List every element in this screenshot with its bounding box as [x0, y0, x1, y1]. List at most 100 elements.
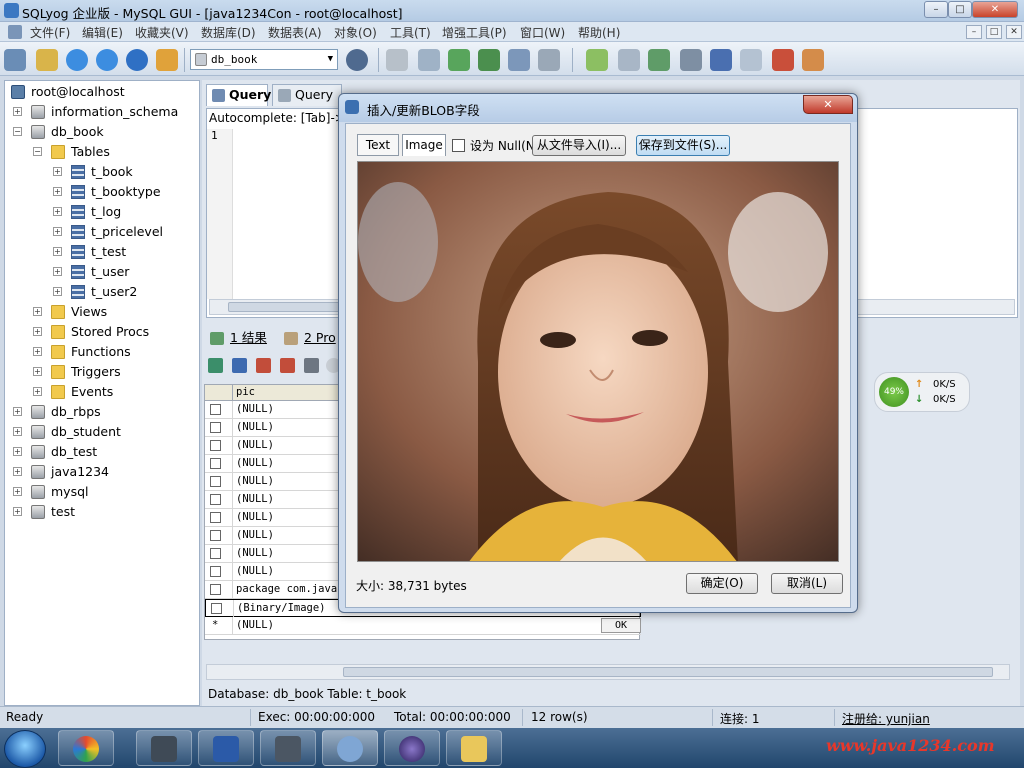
expand-icon[interactable]: +: [33, 327, 42, 336]
close-button[interactable]: ✕: [972, 1, 1018, 18]
ddl-icon[interactable]: [802, 49, 824, 71]
row-checkbox[interactable]: [210, 404, 221, 415]
row-checkbox[interactable]: [210, 440, 221, 451]
mdi-close-button[interactable]: ✕: [1006, 25, 1022, 39]
collapse-icon[interactable]: −: [33, 147, 42, 156]
taskbar-app-1[interactable]: [58, 730, 114, 766]
cell-pic[interactable]: (NULL): [232, 617, 602, 634]
menu-edit[interactable]: 编辑(E): [82, 24, 123, 41]
mdi-minimize-button[interactable]: –: [966, 25, 982, 39]
taskbar-app-4[interactable]: [260, 730, 316, 766]
expand-icon[interactable]: +: [13, 487, 22, 496]
row-checkbox[interactable]: [210, 566, 221, 577]
db-sync-icon[interactable]: [418, 49, 440, 71]
export-icon[interactable]: [538, 49, 560, 71]
menu-table[interactable]: 数据表(A): [268, 24, 322, 41]
data-sync-icon[interactable]: [648, 49, 670, 71]
expand-icon[interactable]: +: [13, 407, 22, 416]
expand-icon[interactable]: +: [13, 107, 22, 116]
row-checkbox[interactable]: [210, 494, 221, 505]
expand-icon[interactable]: +: [53, 267, 62, 276]
ok-button[interactable]: 确定(O): [686, 573, 758, 594]
execute-query-icon[interactable]: [66, 49, 88, 71]
row-checkbox[interactable]: [210, 584, 221, 595]
new-connection-icon[interactable]: [4, 49, 26, 71]
grid-filter-icon[interactable]: [304, 358, 319, 373]
backup-icon[interactable]: [478, 49, 500, 71]
grid-delete-icon[interactable]: [256, 358, 271, 373]
tab-query-builder[interactable]: Query B: [272, 84, 342, 122]
tab-results[interactable]: 1 结果: [206, 327, 270, 349]
database-select[interactable]: db_book ▼: [190, 49, 338, 70]
menu-file[interactable]: 文件(F): [30, 24, 70, 41]
expand-icon[interactable]: +: [33, 367, 42, 376]
expand-icon[interactable]: +: [13, 507, 22, 516]
menu-help[interactable]: 帮助(H): [578, 24, 620, 41]
expand-icon[interactable]: +: [33, 347, 42, 356]
db-copy-icon[interactable]: [386, 49, 408, 71]
mdi-restore-button[interactable]: □: [986, 25, 1002, 39]
grid-insert-icon[interactable]: [208, 358, 223, 373]
expand-icon[interactable]: +: [53, 207, 62, 216]
table-row-new[interactable]: * (NULL) OK: [205, 617, 641, 635]
maximize-button[interactable]: □: [948, 1, 972, 18]
scheduled-jobs-icon[interactable]: [710, 49, 732, 71]
import-from-file-button[interactable]: 从文件导入(I)...: [532, 135, 626, 156]
row-checkbox[interactable]: [210, 512, 221, 523]
grid-hscrollbar[interactable]: [206, 664, 1010, 680]
expand-icon[interactable]: +: [53, 167, 62, 176]
column-header-pic[interactable]: pic: [232, 385, 255, 400]
set-null-checkbox[interactable]: [452, 139, 465, 152]
cancel-button[interactable]: 取消(L): [771, 573, 843, 594]
expand-icon[interactable]: +: [53, 227, 62, 236]
mdi-child-icon[interactable]: [8, 25, 22, 39]
tab-image[interactable]: Image: [402, 134, 446, 156]
new-query-icon[interactable]: [36, 49, 58, 71]
menu-database[interactable]: 数据库(D): [201, 24, 256, 41]
expand-icon[interactable]: +: [53, 247, 62, 256]
expand-icon[interactable]: +: [33, 307, 42, 316]
ok-button[interactable]: OK: [601, 618, 641, 633]
editor-hscroll-thumb[interactable]: [228, 302, 348, 312]
menu-favorites[interactable]: 收藏夹(V): [135, 24, 189, 41]
row-checkbox[interactable]: [210, 548, 221, 559]
collapse-icon[interactable]: −: [13, 127, 22, 136]
query-builder-icon[interactable]: [586, 49, 608, 71]
expand-icon[interactable]: +: [13, 427, 22, 436]
tab-query[interactable]: Query: [206, 84, 271, 106]
migration-icon[interactable]: [680, 49, 702, 71]
row-checkbox[interactable]: [210, 422, 221, 433]
notifications-icon[interactable]: [740, 49, 762, 71]
user-manager-icon[interactable]: [346, 49, 368, 71]
dialog-close-button[interactable]: ✕: [803, 95, 853, 114]
save-to-file-button[interactable]: 保存到文件(S)...: [636, 135, 730, 156]
taskbar-app-2[interactable]: [136, 730, 192, 766]
row-checkbox[interactable]: [210, 458, 221, 469]
menu-window[interactable]: 窗口(W): [520, 24, 565, 41]
menu-tools[interactable]: 工具(T): [390, 24, 431, 41]
grid-hscroll-thumb[interactable]: [343, 667, 993, 677]
schema-designer-icon[interactable]: [618, 49, 640, 71]
expand-icon[interactable]: +: [53, 187, 62, 196]
minimize-button[interactable]: –: [924, 1, 948, 18]
taskbar-app-eclipse[interactable]: [384, 730, 440, 766]
expand-icon[interactable]: +: [53, 287, 62, 296]
row-checkbox[interactable]: [210, 476, 221, 487]
expand-icon[interactable]: +: [13, 467, 22, 476]
menu-objects[interactable]: 对象(O): [334, 24, 377, 41]
expand-icon[interactable]: +: [33, 387, 42, 396]
stop-icon[interactable]: [156, 49, 178, 71]
execute-all-icon[interactable]: [96, 49, 118, 71]
grid-cancel-icon[interactable]: [280, 358, 295, 373]
expand-icon[interactable]: +: [13, 447, 22, 456]
tab-profiler[interactable]: 2 Pro: [280, 327, 344, 349]
sql-profiler-icon[interactable]: [772, 49, 794, 71]
tab-text[interactable]: Text: [357, 134, 399, 156]
refresh-icon[interactable]: [126, 49, 148, 71]
taskbar-app-word[interactable]: [198, 730, 254, 766]
row-checkbox[interactable]: [211, 603, 222, 614]
taskbar-app-explorer[interactable]: [446, 730, 502, 766]
windows-start-button[interactable]: [4, 730, 46, 768]
import-icon[interactable]: [448, 49, 470, 71]
schema-icon[interactable]: [508, 49, 530, 71]
